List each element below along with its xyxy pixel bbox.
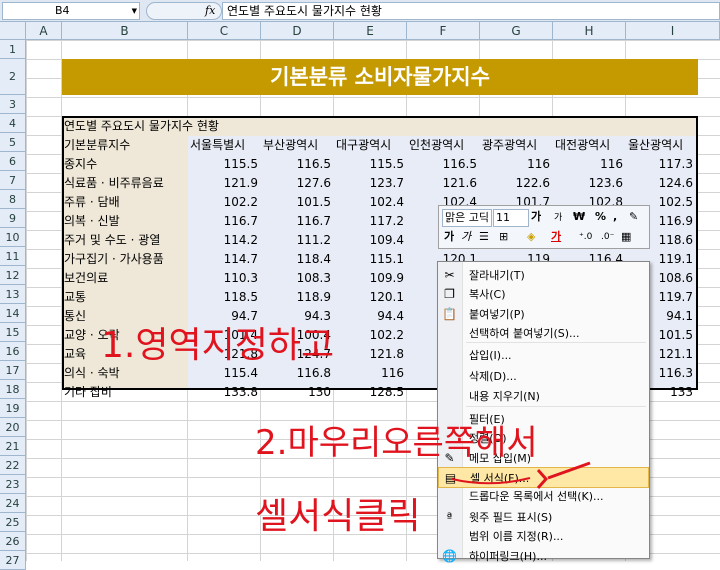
- annotation-arrow: [451, 461, 591, 489]
